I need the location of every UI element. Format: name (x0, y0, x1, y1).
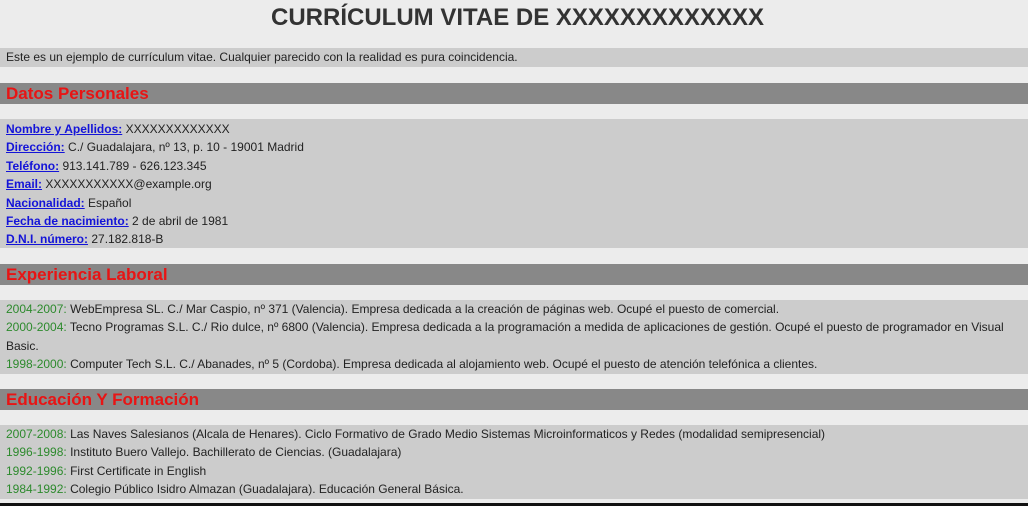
email-label-link[interactable]: Email: (6, 177, 42, 191)
education-heading: Educación Y Formación (0, 389, 1028, 410)
experience-heading: Experiencia Laboral (0, 264, 1028, 285)
intro-band: Este es un ejemplo de currículum vitae. … (0, 48, 1028, 67)
education-section: 2007-2008: Las Naves Salesianos (Alcala … (0, 425, 1028, 499)
education-years: 1992-1996: (6, 463, 67, 478)
personal-row-name: Nombre y Apellidos: XXXXXXXXXXXXX (6, 120, 1028, 138)
personal-row-address: Dirección: C./ Guadalajara, nº 13, p. 10… (6, 138, 1028, 156)
experience-text: WebEmpresa SL. C./ Mar Caspio, nº 371 (V… (70, 302, 780, 316)
education-text: Colegio Público Isidro Almazan (Guadalaj… (70, 482, 464, 497)
phone-value: 913.141.789 - 626.123.345 (62, 158, 207, 173)
experience-item: 2000-2004: Tecno Programas S.L. C./ Rio … (6, 318, 1028, 355)
education-text: First Certificate in English (70, 463, 207, 478)
education-years: 1984-1992: (6, 482, 67, 497)
education-text: Instituto Buero Vallejo. Bachillerato de… (70, 445, 402, 460)
personal-row-nationality: Nacionalidad: Español (6, 194, 1028, 212)
experience-text: Tecno Programas S.L. C./ Rio dulce, nº 6… (6, 320, 1004, 353)
education-item: 1984-1992: Colegio Público Isidro Almaza… (6, 480, 1028, 498)
nationality-label-link[interactable]: Nacionalidad: (6, 196, 85, 210)
education-item: 1992-1996: First Certificate in English (6, 462, 1028, 480)
address-value: C./ Guadalajara, nº 13, p. 10 - 19001 Ma… (68, 140, 304, 155)
email-value: XXXXXXXXXXX@example.org (45, 177, 212, 192)
nationality-value: Español (88, 195, 132, 210)
name-label-link[interactable]: Nombre y Apellidos: (6, 122, 122, 136)
intro-text: Este es un ejemplo de currículum vitae. … (6, 50, 518, 64)
education-text: Las Naves Salesianos (Alcala de Henares)… (70, 427, 826, 441)
name-value: XXXXXXXXXXXXX (125, 122, 230, 136)
dni-value: 27.182.818-B (91, 232, 164, 247)
personal-row-email: Email: XXXXXXXXXXX@example.org (6, 175, 1028, 193)
personal-section: Nombre y Apellidos: XXXXXXXXXXXXX Direcc… (0, 119, 1028, 248)
page-title: CURRÍCULUM VITAE DE XXXXXXXXXXXXX (271, 4, 764, 31)
dni-label-link[interactable]: D.N.I. número: (6, 232, 88, 246)
personal-row-dni: D.N.I. número: 27.182.818-B (6, 230, 1028, 248)
personal-row-birthdate: Fecha de nacimiento: 2 de abril de 1981 (6, 212, 1028, 230)
personal-heading: Datos Personales (0, 83, 1028, 104)
phone-label-link[interactable]: Teléfono: (6, 159, 59, 173)
experience-item: 1998-2000: Computer Tech S.L. C./ Abanad… (6, 355, 1028, 373)
experience-years: 1998-2000: (6, 357, 67, 372)
experience-item: 2004-2007: WebEmpresa SL. C./ Mar Caspio… (6, 300, 1028, 318)
birthdate-label-link[interactable]: Fecha de nacimiento: (6, 214, 129, 228)
experience-years: 2000-2004: (6, 320, 67, 335)
education-years: 1996-1998: (6, 445, 67, 460)
birthdate-value: 2 de abril de 1981 (132, 214, 229, 229)
personal-row-phone: Teléfono: 913.141.789 - 626.123.345 (6, 157, 1028, 175)
experience-text: Computer Tech S.L. C./ Abanades, nº 5 (C… (70, 357, 818, 372)
experience-years: 2004-2007: (6, 302, 67, 316)
education-item: 1996-1998: Instituto Buero Vallejo. Bach… (6, 443, 1028, 461)
education-item: 2007-2008: Las Naves Salesianos (Alcala … (6, 425, 1028, 443)
experience-section: 2004-2007: WebEmpresa SL. C./ Mar Caspio… (0, 300, 1028, 374)
education-years: 2007-2008: (6, 427, 67, 441)
address-label-link[interactable]: Dirección: (6, 140, 65, 154)
